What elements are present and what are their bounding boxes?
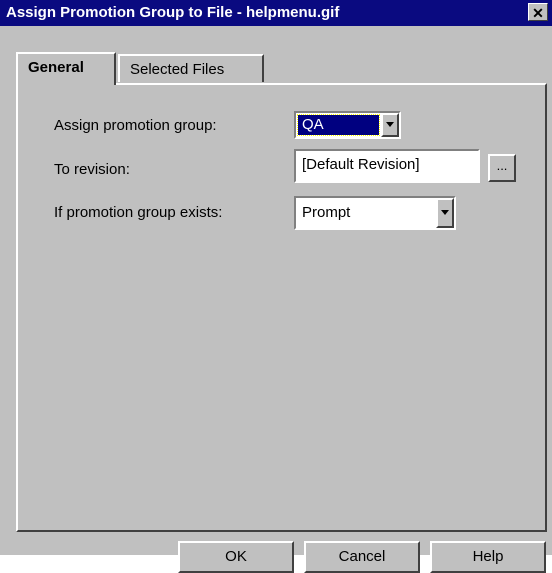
tab-general-label: General [28, 59, 84, 76]
title-bar[interactable]: Assign Promotion Group to File - helpmen… [0, 0, 552, 26]
promotion-group-select[interactable]: QA [294, 111, 401, 139]
ok-button[interactable]: OK [178, 541, 294, 573]
window-title: Assign Promotion Group to File - helpmen… [6, 4, 340, 21]
chevron-down-icon[interactable] [436, 198, 454, 228]
revision-label: To revision: [54, 161, 130, 178]
exists-select[interactable]: Prompt [294, 196, 456, 230]
help-button[interactable]: Help [430, 541, 546, 573]
tab-general[interactable]: General [16, 52, 116, 85]
revision-field[interactable]: [Default Revision] [294, 149, 480, 183]
promotion-group-label: Assign promotion group: [54, 117, 217, 134]
exists-label: If promotion group exists: [54, 204, 223, 221]
dialog-body: General Selected Files Assign promotion … [0, 26, 552, 573]
tab-selected-files[interactable]: Selected Files [118, 54, 264, 82]
browse-revision-button[interactable]: ... [488, 154, 516, 182]
promotion-group-value: QA [297, 114, 380, 136]
close-icon[interactable]: ✕ [528, 3, 548, 21]
tab-selected-files-label: Selected Files [130, 61, 225, 78]
cancel-button[interactable]: Cancel [304, 541, 420, 573]
exists-value: Prompt [302, 204, 351, 221]
chevron-down-icon[interactable] [381, 113, 399, 137]
